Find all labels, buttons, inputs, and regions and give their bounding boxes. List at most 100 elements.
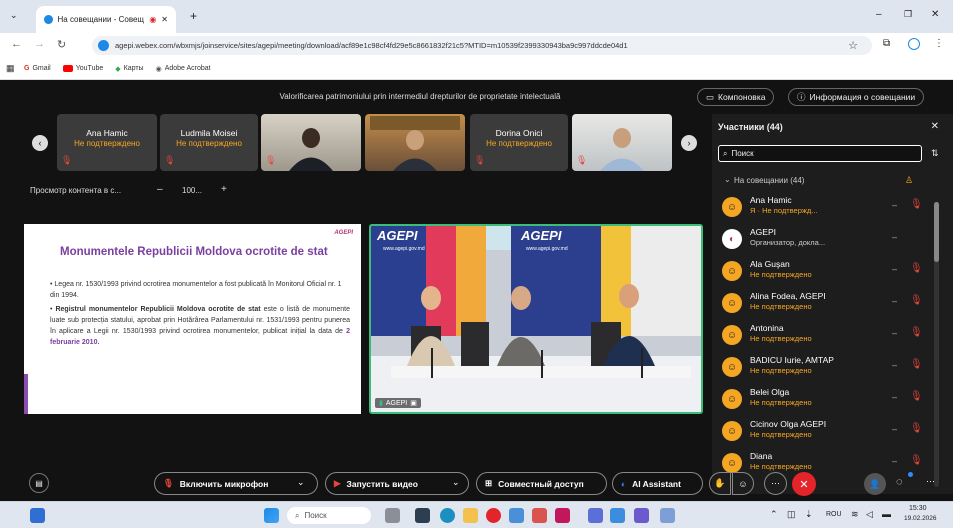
mic-muted-icon[interactable]: 🎙: [910, 423, 923, 434]
participants-toggle-button[interactable]: 👤: [864, 473, 886, 495]
more-options-button[interactable]: ⋯: [764, 472, 787, 495]
mic-muted-icon: 🎙: [474, 155, 486, 165]
raise-hand-button[interactable]: ✋: [709, 472, 731, 495]
thumbnails-prev-button[interactable]: ‹: [32, 135, 48, 151]
opera-icon[interactable]: [486, 508, 501, 523]
tray-chevron-icon[interactable]: ⌃: [770, 509, 778, 520]
video-off-icon: –: [892, 360, 898, 370]
section-collapse-icon[interactable]: ⌄: [724, 175, 731, 184]
forward-icon[interactable]: →: [34, 38, 45, 50]
meeting-info-button[interactable]: ⓘ Информация о совещании: [788, 88, 925, 106]
maximize-button[interactable]: ❐: [904, 9, 912, 20]
content-view-label[interactable]: Просмотр контента в с...: [30, 186, 121, 195]
thumbnail-ana-hamic[interactable]: Ana Hamic Не подтверждено 🎙: [57, 114, 157, 171]
apps-icon[interactable]: ▦: [6, 63, 15, 74]
site-info-icon[interactable]: [98, 40, 109, 51]
participant-row[interactable]: ☺ Ana Hamic Я · Не подтвержд... – 🎙: [722, 192, 938, 224]
bookmark-gmail[interactable]: G Gmail: [24, 65, 51, 72]
mic-muted-icon[interactable]: 🎙: [910, 391, 923, 402]
tab-close-icon[interactable]: ✕: [161, 15, 168, 24]
bookmark-maps[interactable]: ◆ Карты: [115, 65, 143, 73]
thumbnail-video-participant-3[interactable]: 🎙: [572, 114, 672, 171]
folder-icon[interactable]: [463, 508, 478, 523]
mic-muted-icon[interactable]: 🎙: [910, 199, 923, 210]
volume-icon[interactable]: ◁: [866, 509, 873, 520]
browser-menu-icon[interactable]: ⋮: [934, 38, 944, 49]
participant-row[interactable]: ☺ BADICU Iurie, AMTAP Не подтверждено – …: [722, 352, 938, 384]
bookmark-star-icon[interactable]: ☆: [848, 39, 858, 52]
app-icon-2[interactable]: [532, 508, 547, 523]
extensions-icon[interactable]: ⧉: [883, 38, 890, 49]
end-call-button[interactable]: ✕: [792, 472, 816, 496]
mic-muted-icon[interactable]: 🎙: [910, 455, 923, 466]
profile-icon[interactable]: [908, 38, 920, 50]
panel-scrollbar[interactable]: [934, 202, 939, 487]
browser-tab[interactable]: На совещании - Совеща ◉ ✕: [36, 6, 176, 33]
participant-row[interactable]: ◐ AGEPI Организатор, докла... –: [722, 224, 938, 256]
app-icon-5[interactable]: [610, 508, 625, 523]
mic-muted-icon[interactable]: 🎙: [910, 295, 923, 306]
mic-muted-icon[interactable]: 🎙: [910, 263, 923, 274]
tab-list-icon[interactable]: ⌄: [10, 10, 18, 21]
bookmark-acrobat[interactable]: ◉ Adobe Acrobat: [156, 65, 211, 73]
app-icon-4[interactable]: [588, 508, 603, 523]
app-icon-6[interactable]: [634, 508, 649, 523]
taskbar-search-box[interactable]: ⌕ Поиск: [287, 507, 371, 524]
mic-muted-icon[interactable]: 🎙: [910, 359, 923, 370]
start-menu-icon[interactable]: [264, 508, 279, 523]
active-speaker-video[interactable]: AGEPI AGEPI www.agepi.gov.md www.agepi.g…: [369, 224, 703, 414]
back-icon[interactable]: ←: [11, 38, 22, 50]
layout-button[interactable]: ▭ Компоновка: [697, 88, 775, 106]
address-bar[interactable]: agepi.webex.com/wbxmjs/joinservice/sites…: [92, 36, 872, 55]
toolbar-more-icon[interactable]: ⋯: [926, 476, 935, 487]
reactions-button[interactable]: ☺: [732, 472, 754, 495]
zoom-in-button[interactable]: +: [221, 184, 227, 195]
thumbnail-dorina-onici[interactable]: Dorina Onici Не подтверждено 🎙: [470, 114, 568, 171]
edge-icon[interactable]: [440, 508, 455, 523]
minimize-button[interactable]: –: [876, 9, 882, 20]
chat-toggle-button[interactable]: ◌: [896, 476, 903, 488]
mic-muted-icon[interactable]: 🎙: [910, 327, 923, 338]
clock-time[interactable]: 15:30: [909, 505, 927, 512]
bookmark-youtube[interactable]: YouTube: [62, 65, 103, 72]
participant-search-input[interactable]: ⌕ Поиск: [718, 145, 922, 162]
ai-assistant-button[interactable]: ◐ AI Assistant: [612, 472, 703, 495]
app-icon-1[interactable]: [509, 508, 524, 523]
section-header[interactable]: На совещании (44): [734, 176, 804, 185]
file-explorer-icon[interactable]: [415, 508, 430, 523]
app-icon-3[interactable]: [555, 508, 570, 523]
unmute-button[interactable]: 🎙 Включить микрофон: [154, 472, 318, 495]
participant-row[interactable]: ☺ Belei Olga Не подтверждено – 🎙: [722, 384, 938, 416]
widgets-icon[interactable]: [30, 508, 45, 523]
reload-icon[interactable]: ↻: [57, 38, 66, 51]
share-button[interactable]: ⊞ Совместный доступ: [476, 472, 607, 495]
participant-row[interactable]: ☺ Antonina Не подтверждено – 🎙: [722, 320, 938, 352]
webex-icon: [44, 15, 53, 24]
close-panel-icon[interactable]: ✕: [931, 121, 939, 132]
thumbnail-ludmila-moisei[interactable]: Ludmila Moisei Не подтверждено 🎙: [160, 114, 258, 171]
scrollbar-thumb[interactable]: [934, 202, 939, 262]
participant-row[interactable]: ☺ Diana Не подтверждено – 🎙: [722, 448, 938, 480]
thumbnail-video-participant-1[interactable]: 🎙: [261, 114, 361, 171]
tray-app-icon[interactable]: ◫: [787, 509, 796, 520]
task-view-icon[interactable]: [385, 508, 400, 523]
participant-row[interactable]: ☺ Ala Guşan Не подтверждено – 🎙: [722, 256, 938, 288]
close-window-button[interactable]: ✕: [931, 9, 939, 20]
sort-icon[interactable]: ⇅: [931, 148, 939, 159]
participant-row[interactable]: ☺ Cicinov Olga AGEPI Не подтверждено – 🎙: [722, 416, 938, 448]
video-options-chevron[interactable]: ⌄: [452, 477, 460, 488]
participant-row[interactable]: ☺ Alina Fodea, AGEPI Не подтверждено – 🎙: [722, 288, 938, 320]
tray-usb-icon[interactable]: ⇣: [805, 509, 813, 520]
thumbnail-video-participant-2[interactable]: [365, 114, 465, 171]
app-icon-7[interactable]: [660, 508, 675, 523]
chat-bubble-button[interactable]: ▤: [29, 473, 49, 493]
clock-date[interactable]: 19.02.2026: [904, 515, 937, 522]
new-tab-button[interactable]: +: [190, 9, 197, 23]
battery-icon[interactable]: ▬: [882, 509, 891, 519]
thumbnails-next-button[interactable]: ›: [681, 135, 697, 151]
wifi-icon[interactable]: ≋: [851, 509, 859, 520]
zoom-out-button[interactable]: –: [157, 184, 163, 195]
language-indicator[interactable]: ROU: [826, 511, 842, 518]
mic-options-chevron[interactable]: ⌄: [297, 477, 305, 488]
start-video-button[interactable]: ▶ Запустить видео: [325, 472, 469, 495]
